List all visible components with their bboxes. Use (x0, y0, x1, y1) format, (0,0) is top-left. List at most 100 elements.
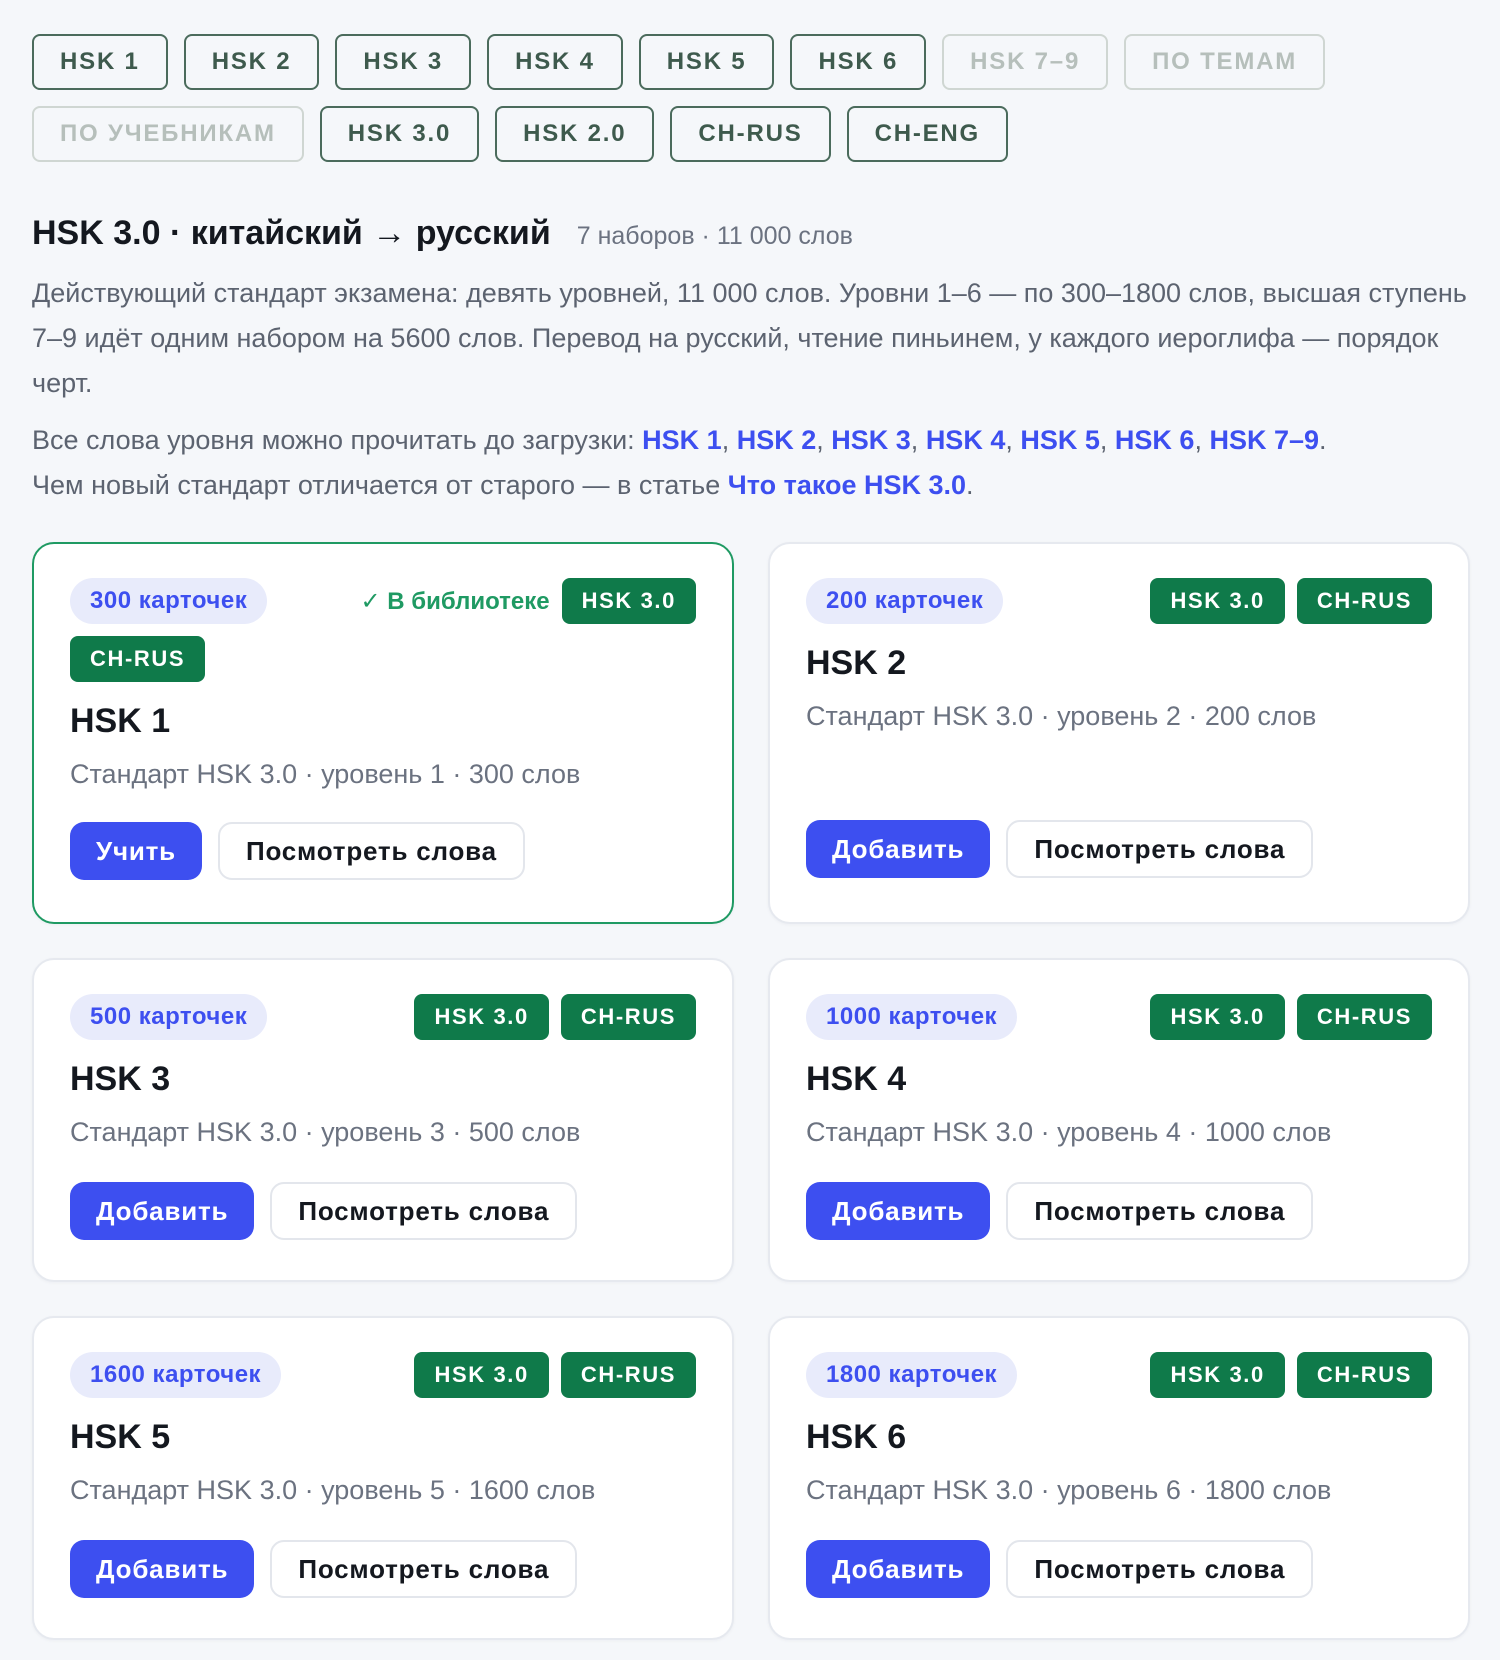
links-sep: , (721, 425, 737, 455)
card-title: HSK 3 (70, 1060, 171, 1098)
language-badge: CH-RUS (560, 994, 696, 1040)
article-link[interactable]: Что такое HSK 3.0 (728, 470, 966, 500)
links-sep: , (1005, 425, 1021, 455)
view-words-button[interactable]: Посмотреть слова (270, 1182, 578, 1240)
standard-badge: HSK 3.0 (414, 994, 549, 1040)
card-count-badge: 1000 карточек (806, 994, 1018, 1040)
language-badge: CH-RUS (1296, 994, 1432, 1040)
card-tags: 1000 карточек HSK 3.0 CH-RUS (806, 994, 1432, 1040)
deck-card-hsk5: 1600 карточек HSK 3.0 CH-RUS HSK 5 Станд… (32, 1316, 734, 1640)
card-tags: 500 карточек HSK 3.0 CH-RUS (70, 994, 696, 1040)
card-title: HSK 4 (806, 1060, 907, 1098)
links-prefix: Все слова уровня можно прочитать до загр… (32, 425, 643, 455)
card-count-badge: 300 карточек (70, 578, 268, 624)
add-button[interactable]: Добавить (70, 1182, 255, 1240)
section-meta: 7 наборов · 11 000 слов (576, 222, 853, 250)
add-button[interactable]: Добавить (806, 1182, 991, 1240)
card-tags: 300 карточек ✓ В библиотеке HSK 3.0 CH-R… (70, 578, 696, 682)
filter-chip-by-textbook[interactable]: ПО УЧЕБНИКАМ (32, 106, 304, 162)
card-subtitle: Стандарт HSK 3.0 · уровень 5 · 1600 слов (70, 1475, 596, 1505)
filter-chip-ch-eng[interactable]: CH-ENG (846, 106, 1009, 162)
page: HSK 1 HSK 2 HSK 3 HSK 4 HSK 5 HSK 6 HSK … (32, 34, 1470, 1640)
language-badge: CH-RUS (560, 1352, 696, 1398)
card-count-badge: 1600 карточек (70, 1352, 282, 1398)
standard-badge: HSK 3.0 (561, 578, 696, 624)
link-hsk4[interactable]: HSK 4 (926, 425, 1006, 455)
links-sep: , (816, 425, 832, 455)
card-title: HSK 6 (806, 1418, 907, 1456)
card-actions: Учить Посмотреть слова (70, 822, 696, 880)
link-hsk7-9[interactable]: HSK 7–9 (1209, 425, 1319, 455)
filter-chip-hsk-3-0[interactable]: HSK 3.0 (319, 106, 480, 162)
card-subtitle: Стандарт HSK 3.0 · уровень 3 · 500 слов (70, 1117, 581, 1147)
filter-chip-hsk3[interactable]: HSK 3 (335, 34, 472, 90)
filter-chip-by-topic[interactable]: ПО ТЕМАМ (1124, 34, 1326, 90)
card-tags: 200 карточек HSK 3.0 CH-RUS (806, 578, 1432, 624)
standard-badge: HSK 3.0 (414, 1352, 549, 1398)
card-subtitle: Стандарт HSK 3.0 · уровень 6 · 1800 слов (806, 1475, 1332, 1505)
card-count-badge: 500 карточек (70, 994, 268, 1040)
deck-card-hsk1: 300 карточек ✓ В библиотеке HSK 3.0 CH-R… (32, 542, 734, 924)
filter-chip-hsk7-9[interactable]: HSK 7–9 (942, 34, 1109, 90)
in-library-indicator: ✓ В библиотеке (360, 587, 550, 615)
card-title: HSK 2 (806, 644, 907, 682)
card-subtitle: Стандарт HSK 3.0 · уровень 4 · 1000 слов (806, 1117, 1332, 1147)
card-actions: Добавить Посмотреть слова (70, 1182, 696, 1240)
card-tags: 1600 карточек HSK 3.0 CH-RUS (70, 1352, 696, 1398)
section-heading: HSK 3.0 · китайский → русский 7 наборов … (32, 214, 1470, 253)
standard-badge: HSK 3.0 (1150, 578, 1285, 624)
link-hsk5[interactable]: HSK 5 (1020, 425, 1100, 455)
add-button[interactable]: Добавить (70, 1540, 255, 1598)
deck-card-hsk2: 200 карточек HSK 3.0 CH-RUS HSK 2 Станда… (768, 542, 1470, 924)
deck-card-hsk3: 500 карточек HSK 3.0 CH-RUS HSK 3 Станда… (32, 958, 734, 1282)
language-badge: CH-RUS (1296, 578, 1432, 624)
card-actions: Добавить Посмотреть слова (806, 820, 1432, 878)
standard-badge: HSK 3.0 (1150, 994, 1285, 1040)
link-hsk2[interactable]: HSK 2 (737, 425, 817, 455)
filter-chip-hsk2[interactable]: HSK 2 (183, 34, 320, 90)
card-tags: 1800 карточек HSK 3.0 CH-RUS (806, 1352, 1432, 1398)
card-count-badge: 200 карточек (806, 578, 1004, 624)
study-button[interactable]: Учить (70, 822, 202, 880)
add-button[interactable]: Добавить (806, 1540, 991, 1598)
deck-grid: 300 карточек ✓ В библиотеке HSK 3.0 CH-R… (32, 542, 1470, 1640)
deck-card-hsk6: 1800 карточек HSK 3.0 CH-RUS HSK 6 Станд… (768, 1316, 1470, 1640)
filter-chip-hsk6[interactable]: HSK 6 (790, 34, 927, 90)
filter-chip-hsk-2-0[interactable]: HSK 2.0 (495, 106, 655, 162)
view-words-button[interactable]: Посмотреть слова (270, 1540, 578, 1598)
view-words-button[interactable]: Посмотреть слова (217, 822, 525, 880)
links-sep: , (1194, 425, 1210, 455)
language-badge: CH-RUS (70, 636, 206, 682)
card-subtitle: Стандарт HSK 3.0 · уровень 2 · 200 слов (806, 701, 1317, 731)
filter-chip-hsk5[interactable]: HSK 5 (638, 34, 775, 90)
filter-chip-ch-rus[interactable]: CH-RUS (670, 106, 831, 162)
card-actions: Добавить Посмотреть слова (70, 1540, 696, 1598)
links-sep: , (910, 425, 926, 455)
article-end: . (966, 470, 974, 500)
section-title: HSK 3.0 · китайский → русский (32, 214, 551, 252)
card-actions: Добавить Посмотреть слова (806, 1540, 1432, 1598)
card-subtitle: Стандарт HSK 3.0 · уровень 1 · 300 слов (70, 759, 581, 789)
card-actions: Добавить Посмотреть слова (806, 1182, 1432, 1240)
link-hsk3[interactable]: HSK 3 (831, 425, 911, 455)
view-words-button[interactable]: Посмотреть слова (1006, 1540, 1314, 1598)
deck-card-hsk4: 1000 карточек HSK 3.0 CH-RUS HSK 4 Станд… (768, 958, 1470, 1282)
links-end: . (1319, 425, 1327, 455)
filter-chip-hsk1[interactable]: HSK 1 (32, 34, 168, 90)
links-sep: , (1099, 425, 1115, 455)
article-prefix: Чем новый стандарт отличается от старого… (32, 470, 728, 500)
card-title: HSK 5 (70, 1418, 171, 1456)
view-words-button[interactable]: Посмотреть слова (1006, 820, 1314, 878)
link-hsk1[interactable]: HSK 1 (642, 425, 722, 455)
filter-chip-hsk4[interactable]: HSK 4 (487, 34, 623, 90)
link-hsk6[interactable]: HSK 6 (1115, 425, 1195, 455)
filter-bar: HSK 1 HSK 2 HSK 3 HSK 4 HSK 5 HSK 6 HSK … (32, 34, 1452, 162)
section-description: Действующий стандарт экзамена: девять ур… (32, 278, 1467, 398)
card-count-badge: 1800 карточек (806, 1352, 1018, 1398)
standard-badge: HSK 3.0 (1150, 1352, 1285, 1398)
card-title: HSK 1 (70, 702, 171, 740)
view-words-button[interactable]: Посмотреть слова (1006, 1182, 1314, 1240)
language-badge: CH-RUS (1296, 1352, 1432, 1398)
add-button[interactable]: Добавить (806, 820, 991, 878)
level-links-paragraph: Все слова уровня можно прочитать до загр… (32, 418, 1472, 508)
